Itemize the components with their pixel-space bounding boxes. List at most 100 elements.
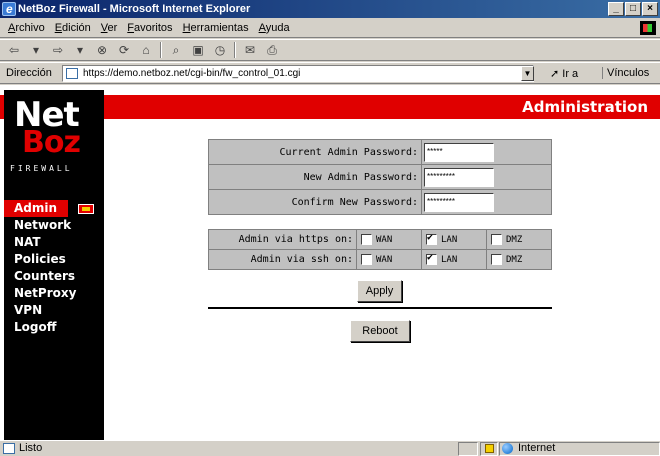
https-dmz-option[interactable]: DMZ — [486, 229, 552, 250]
nav-netproxy[interactable]: NetProxy — [4, 285, 104, 302]
page-done-icon — [3, 443, 15, 454]
ssh-wan-label: WAN — [376, 255, 393, 265]
window-controls: _ □ × — [608, 2, 658, 16]
sidebar-nav: Admin Network NAT Policies Counters NetP… — [4, 200, 104, 336]
https-wan-option[interactable]: WAN — [356, 229, 422, 250]
address-dropdown-icon[interactable]: ▼ — [521, 66, 534, 81]
divider — [208, 307, 552, 309]
minimize-button[interactable]: _ — [608, 2, 624, 16]
lock-icon — [485, 444, 494, 453]
current-password-cell: ***** — [421, 139, 552, 165]
print-icon[interactable]: ⎙ — [264, 43, 280, 58]
home-icon[interactable]: ⌂ — [138, 43, 154, 57]
ssh-dmz-option[interactable]: DMZ — [486, 249, 552, 270]
https-lan-checkbox[interactable] — [426, 232, 437, 245]
reboot-button[interactable]: Reboot — [350, 320, 410, 342]
nav-policies[interactable]: Policies — [4, 251, 104, 268]
confirm-password-input[interactable]: ********* — [424, 192, 494, 212]
status-text: Listo — [19, 442, 43, 454]
refresh-icon[interactable]: ⟳ — [116, 43, 132, 57]
address-input[interactable]: https://demo.netboz.net/cgi-bin/fw_contr… — [62, 65, 534, 82]
page-heading: Administration — [522, 98, 648, 116]
sidebar: Net Boz FIREWALL Admin Network NAT Polic… — [4, 90, 104, 440]
back-dropdown-icon[interactable]: ▾ — [28, 43, 44, 57]
password-form: Current Admin Password: ***** New Admin … — [208, 139, 552, 215]
page-content: Administration Net Boz FIREWALL Admin Ne… — [0, 85, 660, 440]
forward-dropdown-icon[interactable]: ▾ — [72, 43, 88, 57]
page-icon — [66, 68, 78, 79]
nav-nat[interactable]: NAT — [4, 234, 104, 251]
go-button[interactable]: ➚ Ir a — [550, 67, 578, 80]
https-access-row: Admin via https on: WAN LAN DMZ — [208, 229, 552, 250]
menu-ver[interactable]: Ver — [101, 22, 118, 34]
window-titlebar[interactable]: NetBoz Firewall - Microsoft Internet Exp… — [0, 0, 660, 18]
ssh-lan-option[interactable]: LAN — [421, 249, 487, 270]
menu-ayuda[interactable]: Ayuda — [259, 22, 290, 34]
nav-network[interactable]: Network — [4, 217, 104, 234]
new-password-input[interactable]: ********* — [424, 167, 494, 187]
toolbar-separator — [234, 42, 236, 58]
globe-icon — [502, 443, 513, 454]
logo-firewall-text: FIREWALL — [10, 164, 73, 173]
confirm-password-label: Confirm New Password: — [208, 189, 422, 215]
history-icon[interactable]: ◷ — [212, 43, 228, 57]
ssh-access-row: Admin via ssh on: WAN LAN DMZ — [208, 249, 552, 270]
ssh-lan-checkbox[interactable] — [426, 252, 437, 265]
back-icon[interactable]: ⇦ — [6, 43, 22, 57]
menu-bar: Archivo Edición Ver Favoritos Herramient… — [0, 18, 660, 38]
address-label: Dirección — [6, 67, 52, 79]
password-row: Confirm New Password: ********* — [208, 189, 552, 215]
menu-favoritos[interactable]: Favoritos — [127, 22, 172, 34]
current-password-input[interactable]: ***** — [424, 142, 494, 162]
https-dmz-label: DMZ — [506, 235, 523, 245]
confirm-password-cell: ********* — [421, 189, 552, 215]
ssh-wan-checkbox[interactable] — [361, 254, 372, 265]
https-access-label: Admin via https on: — [208, 229, 357, 250]
logo-boz-text: Boz — [22, 125, 81, 160]
menu-archivo[interactable]: Archivo — [8, 22, 45, 34]
netboz-logo: Net Boz FIREWALL — [4, 90, 104, 178]
ssh-lan-label: LAN — [441, 255, 458, 265]
current-password-label: Current Admin Password: — [208, 139, 422, 165]
go-label: Ir a — [562, 68, 579, 80]
access-form: Admin via https on: WAN LAN DMZ Admin vi… — [208, 229, 552, 270]
ssh-dmz-checkbox[interactable] — [491, 254, 502, 265]
mail-icon[interactable]: ✉ — [242, 43, 258, 57]
https-dmz-checkbox[interactable] — [491, 234, 502, 245]
windows-logo-icon — [640, 21, 656, 35]
address-bar: Dirección https://demo.netboz.net/cgi-bi… — [0, 62, 660, 84]
password-row: New Admin Password: ********* — [208, 164, 552, 190]
https-wan-checkbox[interactable] — [361, 234, 372, 245]
status-bar: Listo Internet — [0, 440, 660, 456]
ssh-dmz-label: DMZ — [506, 255, 523, 265]
https-wan-label: WAN — [376, 235, 393, 245]
stop-icon[interactable]: ⊗ — [94, 43, 110, 57]
favorites-icon[interactable]: ▣ — [190, 43, 206, 57]
address-url: https://demo.netboz.net/cgi-bin/fw_contr… — [83, 68, 301, 79]
ssh-access-label: Admin via ssh on: — [208, 249, 357, 270]
search-icon[interactable]: ⌕ — [168, 43, 184, 58]
new-password-label: New Admin Password: — [208, 164, 422, 190]
https-lan-label: LAN — [441, 235, 458, 245]
toolbar-separator — [160, 42, 162, 58]
close-button[interactable]: × — [642, 2, 658, 16]
new-password-cell: ********* — [421, 164, 552, 190]
nav-logoff[interactable]: Logoff — [4, 319, 104, 336]
nav-admin[interactable]: Admin — [4, 200, 68, 217]
nav-counters[interactable]: Counters — [4, 268, 104, 285]
menu-edicion[interactable]: Edición — [55, 22, 91, 34]
maximize-button[interactable]: □ — [625, 2, 641, 16]
browser-toolbar: ⇦ ▾ ⇨ ▾ ⊗ ⟳ ⌂ ⌕ ▣ ◷ ✉ ⎙ — [0, 39, 660, 61]
https-lan-option[interactable]: LAN — [421, 229, 487, 250]
links-button[interactable]: Vínculos — [602, 67, 649, 79]
nav-vpn[interactable]: VPN — [4, 302, 104, 319]
password-row: Current Admin Password: ***** — [208, 139, 552, 165]
forward-icon[interactable]: ⇨ — [50, 43, 66, 57]
ie-icon — [2, 0, 16, 18]
ssh-wan-option[interactable]: WAN — [356, 249, 422, 270]
menu-herramientas[interactable]: Herramientas — [183, 22, 249, 34]
apply-button[interactable]: Apply — [357, 280, 402, 302]
zone-text: Internet — [518, 442, 556, 454]
window-title: NetBoz Firewall - Microsoft Internet Exp… — [18, 3, 251, 15]
status-cell — [458, 442, 478, 456]
